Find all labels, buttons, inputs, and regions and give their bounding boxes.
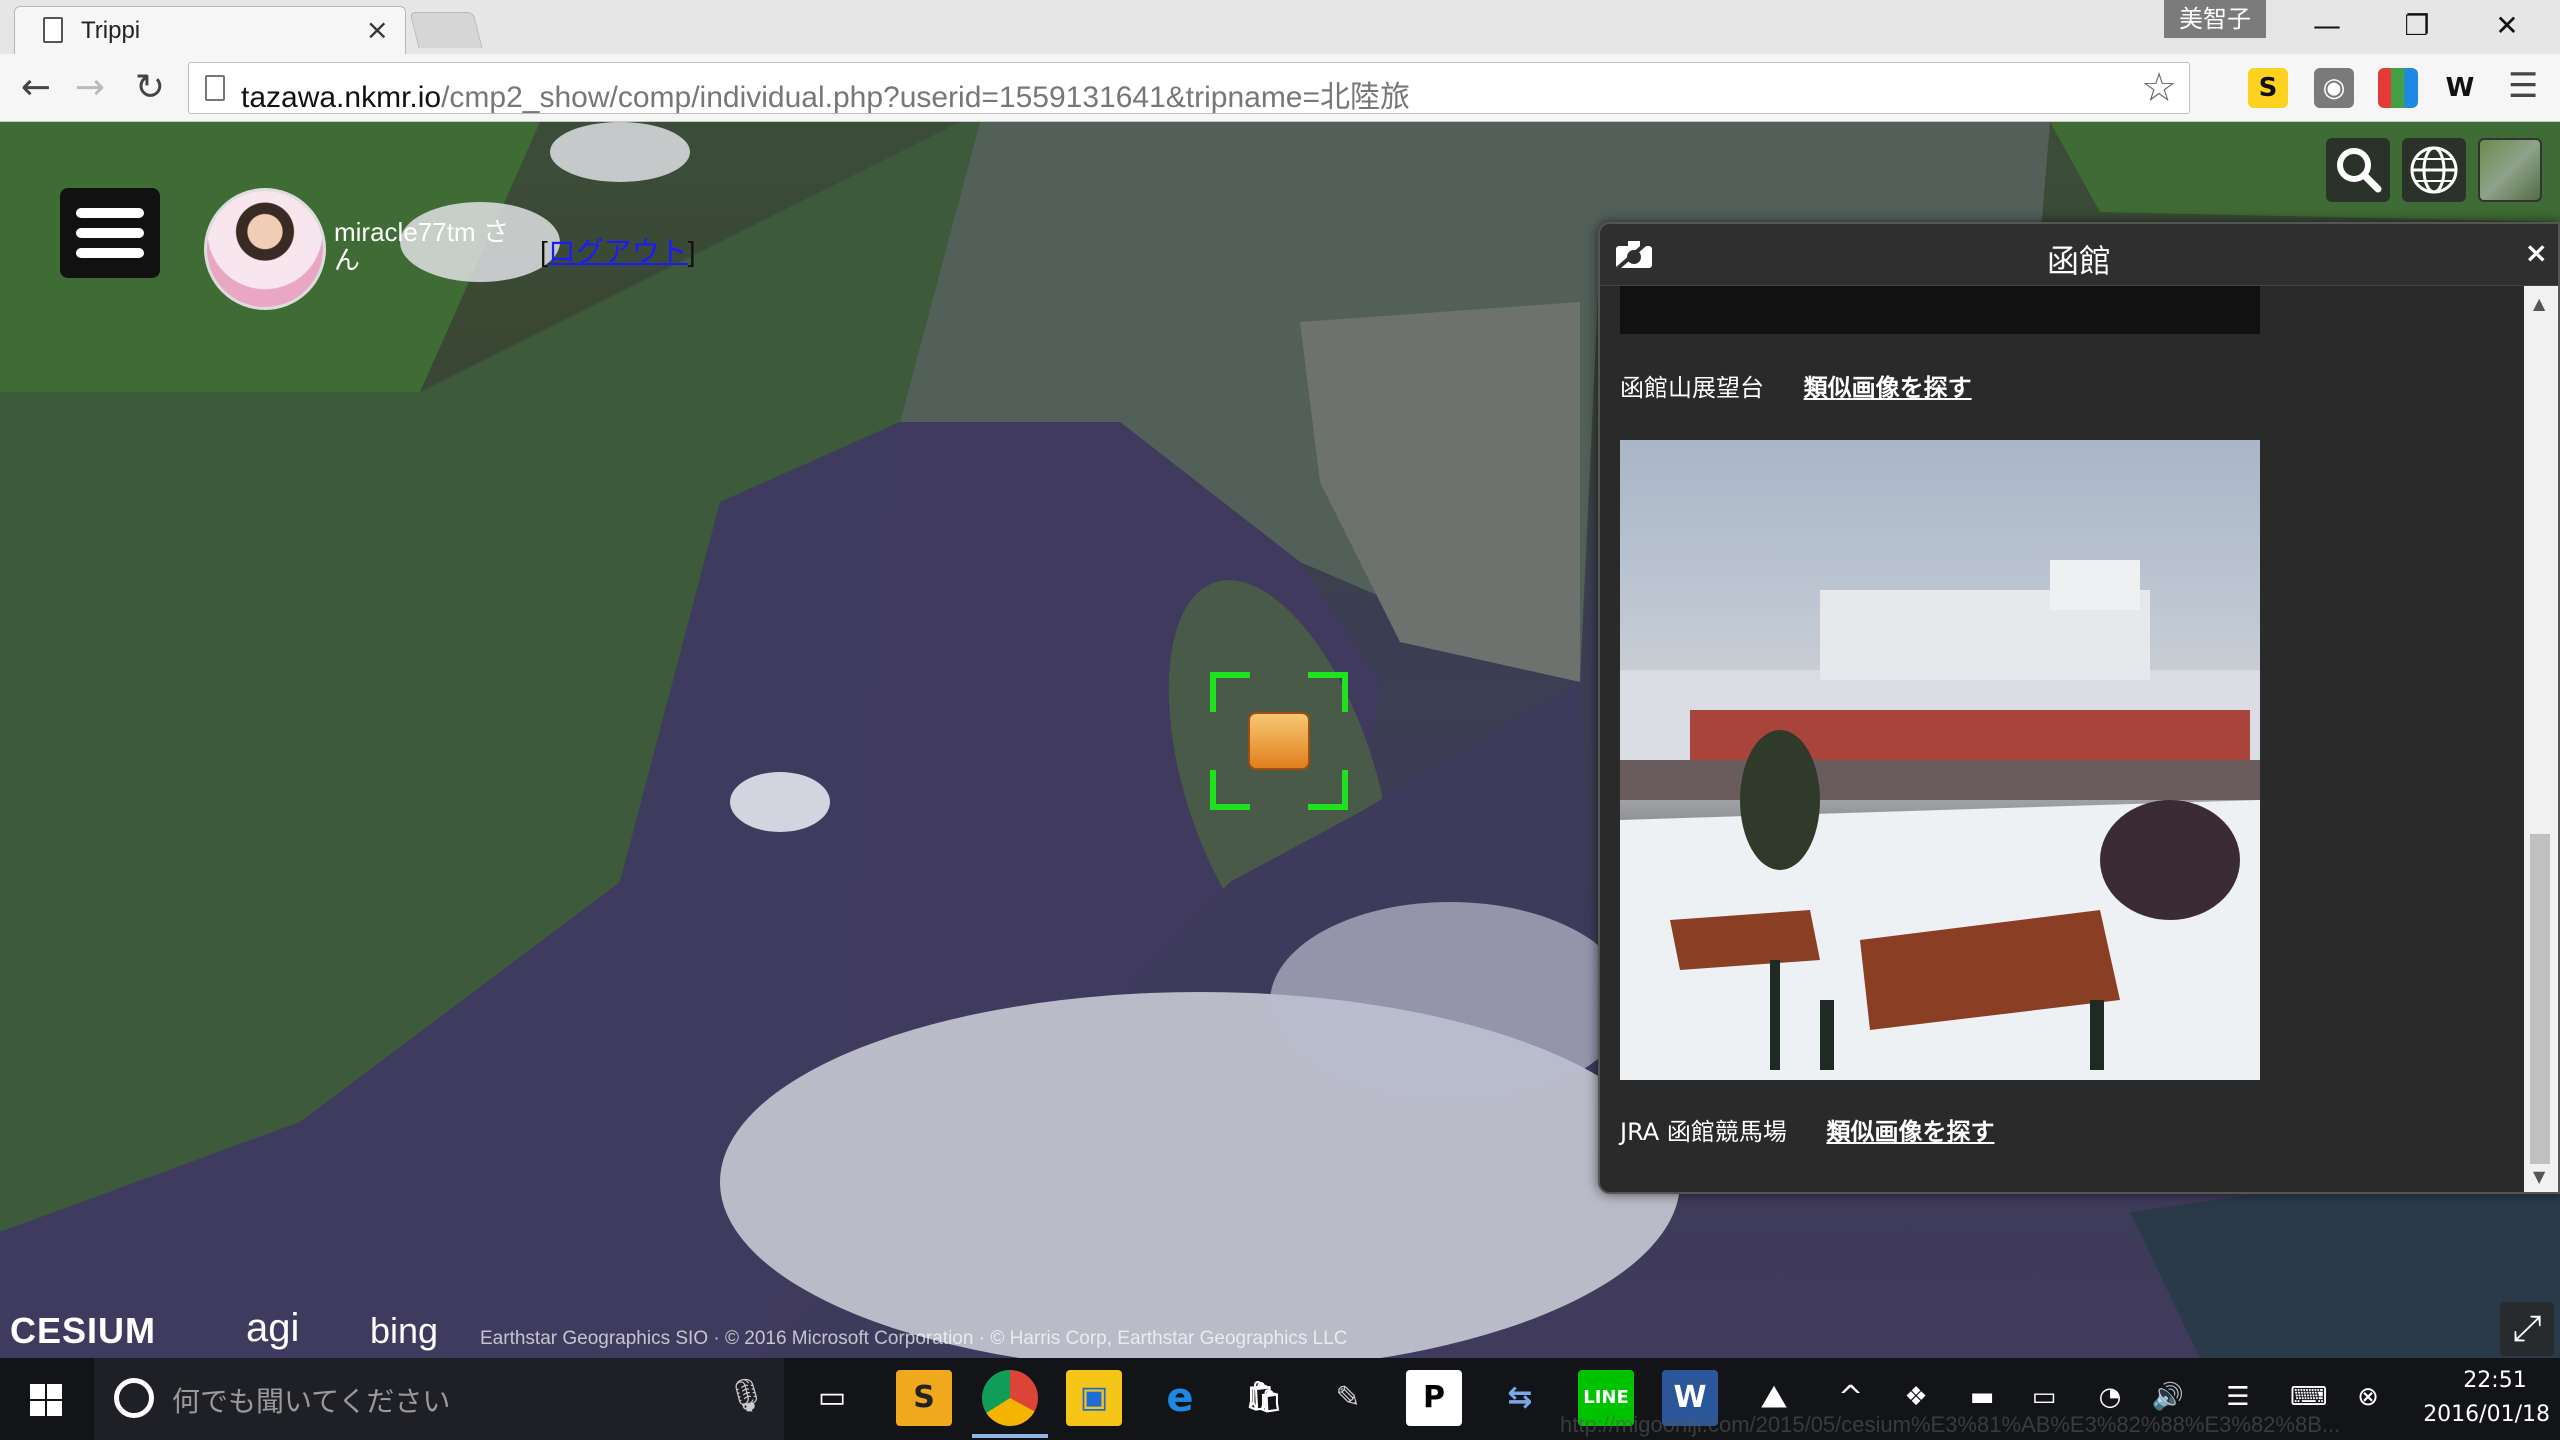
battery-icon[interactable]: ▭ bbox=[2026, 1382, 2062, 1416]
page-icon bbox=[43, 17, 63, 43]
agi-logo[interactable]: agi bbox=[246, 1306, 299, 1351]
tab-title: Trippi bbox=[81, 17, 141, 44]
start-button[interactable] bbox=[0, 1358, 94, 1440]
panel-body[interactable]: 函館山展望台 類似画像を探す JRA 函館競馬場 類似画像を探す bbox=[1600, 286, 2526, 1192]
panel-header: 函館 × bbox=[1600, 224, 2558, 286]
imagery-credit: Earthstar Geographics SIO · © 2016 Micro… bbox=[480, 1328, 1348, 1349]
extension-s-icon[interactable]: S bbox=[2248, 68, 2288, 108]
marker-corner bbox=[1210, 770, 1250, 810]
sublime-text-icon[interactable]: S bbox=[896, 1370, 952, 1426]
extension-color-icon[interactable] bbox=[2378, 68, 2418, 108]
display-icon[interactable]: ▬ bbox=[1964, 1382, 2000, 1416]
browser-menu-icon[interactable]: ☰ bbox=[2508, 66, 2538, 106]
browser-toolbar: ← → ↻ tazawa.nkmr.io/cmp2_show/comp/indi… bbox=[0, 54, 2560, 122]
logout-link[interactable]: ログアウト bbox=[548, 236, 688, 267]
avatar bbox=[204, 188, 326, 310]
minimize-button[interactable]: — bbox=[2282, 0, 2372, 52]
address-bar[interactable]: tazawa.nkmr.io/cmp2_show/comp/individual… bbox=[188, 62, 2190, 114]
volume-icon[interactable]: 🔊 bbox=[2150, 1382, 2186, 1416]
bookmark-star-icon[interactable]: ☆ bbox=[2141, 65, 2177, 111]
close-window-button[interactable]: ✕ bbox=[2462, 0, 2552, 52]
profile-badge[interactable]: 美智子 bbox=[2164, 0, 2266, 38]
cesium-map[interactable]: miracle77tm さん [ログアウト] 函館 × 函館山展望台 類似画像を… bbox=[0, 122, 2560, 1358]
network-app-icon[interactable]: ⇆ bbox=[1492, 1370, 1548, 1426]
marker-corner bbox=[1308, 672, 1348, 712]
forward-arrow-icon[interactable]: → bbox=[66, 64, 114, 112]
marker-corner bbox=[1308, 770, 1348, 810]
notification-icon[interactable]: ☰ bbox=[2220, 1382, 2256, 1416]
search-placeholder: 何でも聞いてください bbox=[172, 1385, 451, 1418]
url-host: tazawa.nkmr.io bbox=[241, 81, 442, 114]
tab-close-icon[interactable]: × bbox=[366, 13, 389, 46]
panel-scrollbar[interactable]: ▲ ▼ bbox=[2524, 286, 2558, 1192]
p-app-icon[interactable]: P bbox=[1406, 1370, 1462, 1426]
new-tab-button[interactable] bbox=[409, 12, 483, 48]
tray-chevron-icon[interactable]: ^ bbox=[1838, 1380, 1863, 1415]
cortana-icon bbox=[114, 1378, 154, 1418]
photo-place: JRA 函館競馬場 bbox=[1620, 1118, 1787, 1146]
photo-caption: 函館山展望台 類似画像を探す bbox=[1620, 368, 1972, 403]
page-info-icon[interactable] bbox=[205, 75, 225, 101]
dropbox-icon[interactable]: ❖ bbox=[1898, 1382, 1934, 1416]
restore-button[interactable]: ❐ bbox=[2372, 0, 2462, 52]
panel-close-icon[interactable]: × bbox=[2525, 236, 2548, 269]
panel-title: 函館 bbox=[2046, 242, 2111, 280]
reload-icon[interactable]: ↻ bbox=[126, 64, 174, 112]
find-similar-link[interactable]: 類似画像を探す bbox=[1826, 1118, 1994, 1146]
scroll-up-arrow-icon[interactable]: ▲ bbox=[2533, 294, 2545, 313]
tab-trippi[interactable]: Trippi × bbox=[14, 6, 406, 54]
map-search-icon[interactable] bbox=[2326, 138, 2390, 202]
status-bar-url: http://migooniji.com/2015/05/cesium%E3%8… bbox=[1560, 1412, 2341, 1437]
cortana-search-box[interactable]: 何でも聞いてください 🎙 bbox=[94, 1358, 784, 1440]
store-icon[interactable]: 🛍 bbox=[1236, 1370, 1292, 1426]
file-explorer-icon[interactable]: ▣ bbox=[1066, 1370, 1122, 1426]
wifi-icon[interactable]: ◔ bbox=[2092, 1382, 2128, 1416]
clock-date[interactable]: 2016/01/18 bbox=[2400, 1402, 2550, 1427]
url-text[interactable]: tazawa.nkmr.io/cmp2_show/comp/individual… bbox=[241, 72, 1410, 116]
microphone-icon[interactable]: 🎙 bbox=[726, 1376, 767, 1414]
logout-link-wrapper: [ログアウト] bbox=[540, 236, 696, 267]
photo-image[interactable] bbox=[1620, 440, 2260, 1080]
tool-app-icon[interactable]: ✎ bbox=[1320, 1370, 1376, 1426]
selected-location-marker[interactable] bbox=[1210, 672, 1348, 810]
marker-corner bbox=[1210, 672, 1250, 712]
scroll-down-arrow-icon[interactable]: ▼ bbox=[2533, 1167, 2545, 1186]
scrollbar-thumb[interactable] bbox=[2530, 834, 2550, 1164]
task-view-icon[interactable]: ▭ bbox=[804, 1370, 860, 1426]
imagery-layer-picker-icon[interactable] bbox=[2478, 138, 2542, 202]
photo-caption: JRA 函館競馬場 類似画像を探す bbox=[1620, 1112, 1994, 1147]
photo-panel: 函館 × 函館山展望台 類似画像を探す JRA 函館競馬場 類似画像を探す ▲ … bbox=[1598, 222, 2560, 1194]
photo-place: 函館山展望台 bbox=[1620, 374, 1764, 402]
photo-pin-icon[interactable] bbox=[1248, 712, 1310, 770]
bing-logo[interactable]: bing bbox=[370, 1310, 438, 1352]
cesium-logo[interactable]: CESIUM bbox=[10, 1310, 156, 1352]
extension-mask-icon[interactable]: ◉ bbox=[2314, 68, 2354, 108]
edge-icon[interactable]: e bbox=[1152, 1370, 1208, 1426]
clock-time[interactable]: 22:51 bbox=[2440, 1368, 2550, 1393]
keyboard-icon[interactable]: ⌨ bbox=[2290, 1382, 2328, 1416]
globe-icon[interactable] bbox=[2402, 138, 2466, 202]
chrome-icon[interactable] bbox=[972, 1370, 1048, 1438]
find-similar-link[interactable]: 類似画像を探す bbox=[1804, 374, 1972, 402]
ime-off-icon[interactable]: ⊗ bbox=[2350, 1382, 2386, 1416]
username: miracle77tm さん bbox=[334, 217, 509, 275]
fullscreen-icon[interactable]: ⤢ bbox=[2500, 1302, 2554, 1356]
back-arrow-icon[interactable]: ← bbox=[12, 64, 60, 112]
windows-logo-icon bbox=[30, 1384, 62, 1416]
tab-strip: Trippi × 美智子 — ❐ ✕ bbox=[0, 0, 2560, 54]
extension-w-icon[interactable]: W bbox=[2440, 68, 2480, 108]
photo-thumbnail[interactable] bbox=[1620, 286, 2260, 334]
menu-icon[interactable] bbox=[60, 188, 160, 278]
url-path: /cmp2_show/comp/individual.php?userid=15… bbox=[441, 81, 1411, 114]
